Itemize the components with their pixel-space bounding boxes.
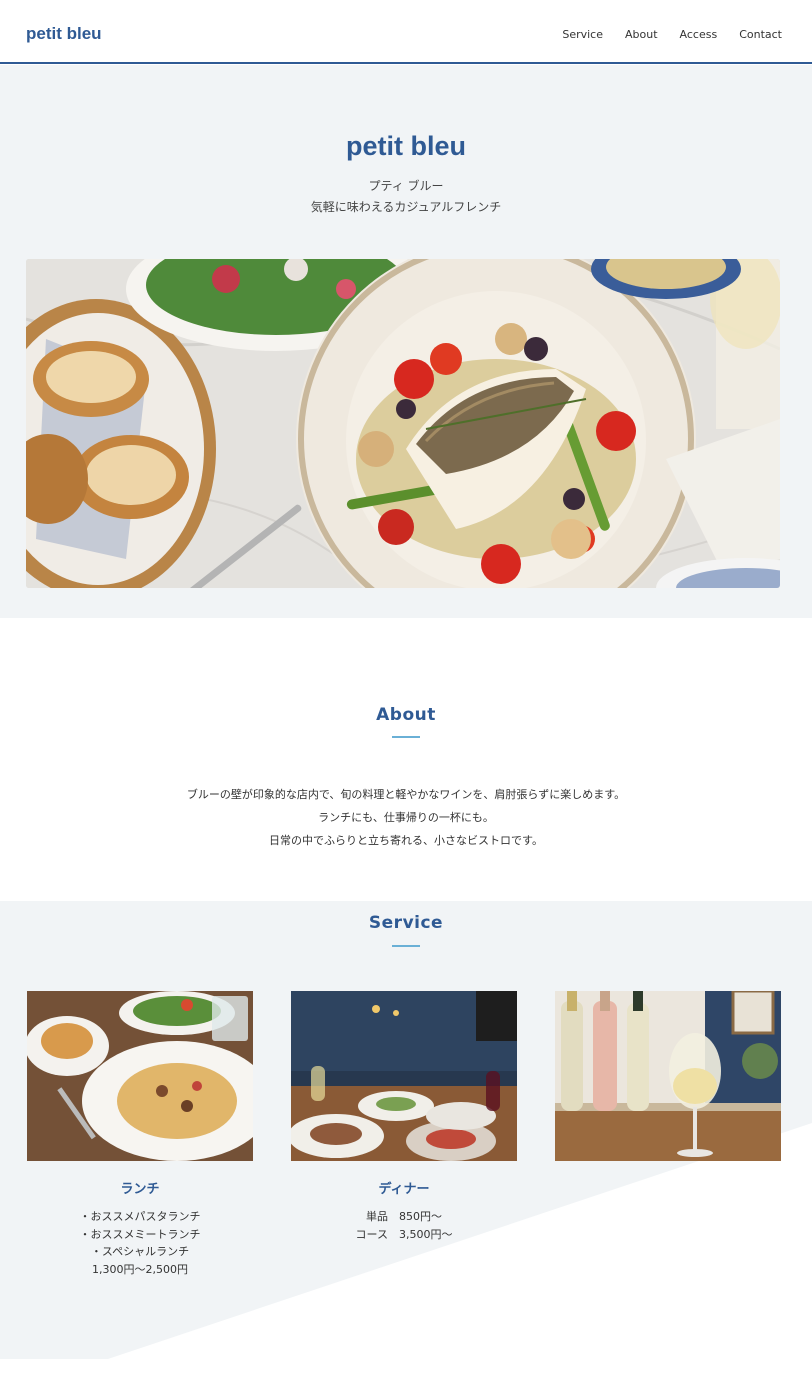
- dinner-image: [291, 991, 517, 1161]
- about-title-rule: [392, 736, 420, 738]
- lunch-line-2: ・おススメミートランチ: [79, 1227, 201, 1241]
- nav-access[interactable]: Access: [680, 28, 718, 41]
- service-title-rule: [392, 945, 420, 947]
- nav-service[interactable]: Service: [562, 28, 603, 41]
- hero-food-image: [26, 259, 780, 588]
- site-header: petit bleu Service About Access Contact: [0, 0, 812, 64]
- about-title: About: [376, 705, 436, 725]
- wine-image: [555, 991, 781, 1161]
- service-title: Service: [368, 913, 444, 933]
- site-logo[interactable]: petit bleu: [26, 24, 102, 44]
- hero-tagline: 気軽に味わえるカジュアルフレンチ: [310, 200, 502, 214]
- nav-contact[interactable]: Contact: [739, 28, 782, 41]
- about-text-line-2: ランチにも、仕事帰りの一杯にも。: [318, 811, 494, 824]
- about-text-line-1: ブルーの壁が印象的な店内で、旬の料理と軽やかなワインを、肩肘張らずに楽しめます。: [186, 788, 626, 801]
- dinner-details: 単品 850円〜 コース 3,500円〜: [291, 1208, 517, 1243]
- main-nav: Service About Access Contact: [562, 28, 782, 41]
- about-text-line-3: 日常の中でふらりと立ち寄れる、小さなビストロです。: [269, 834, 543, 847]
- hero-title: petit bleu: [346, 131, 466, 161]
- dinner-title: ディナー: [378, 1182, 430, 1197]
- nav-about[interactable]: About: [625, 28, 658, 41]
- hero-section: petit bleu プティ ブルー 気軽に味わえるカジュアルフレンチ: [0, 65, 812, 618]
- lunch-title: ランチ: [120, 1182, 160, 1197]
- hero-kana: プティ ブルー: [368, 179, 444, 193]
- dinner-line-2: コース 3,500円〜: [355, 1227, 453, 1241]
- lunch-image: [27, 991, 253, 1161]
- lunch-line-1: ・おススメパスタランチ: [79, 1210, 201, 1223]
- dinner-line-1: 単品 850円〜: [366, 1210, 442, 1223]
- lunch-details: ・おススメパスタランチ ・おススメミートランチ ・スペシャルランチ 1,300円…: [27, 1208, 253, 1278]
- lunch-line-3: ・スペシャルランチ: [90, 1245, 190, 1258]
- lunch-price: 1,300円〜2,500円: [92, 1262, 188, 1276]
